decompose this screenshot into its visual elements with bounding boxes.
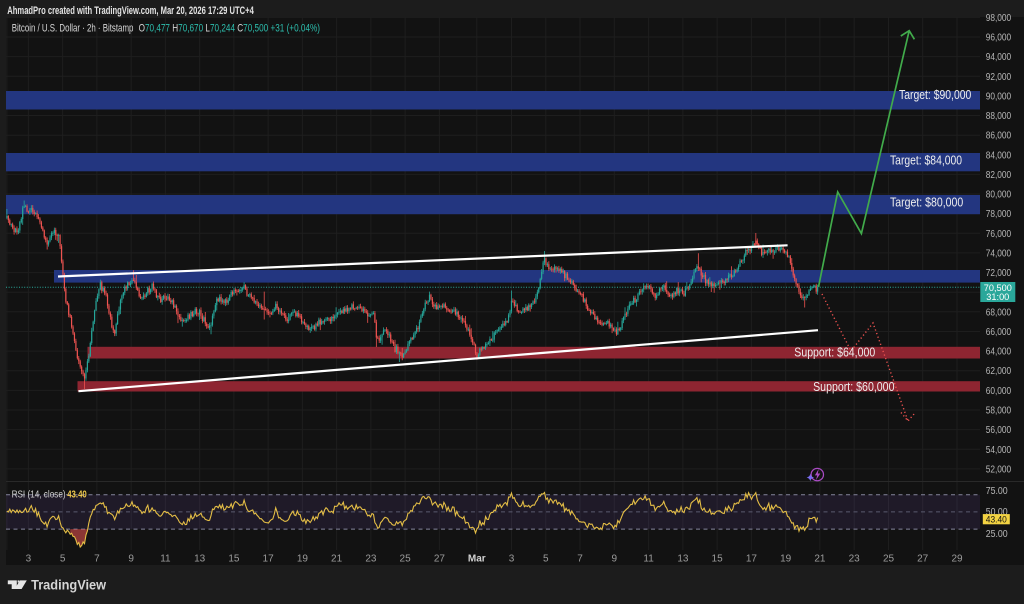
svg-text:76,000: 76,000 [986,229,1012,240]
svg-text:25: 25 [400,554,412,565]
svg-text:5: 5 [60,554,66,565]
svg-text:23: 23 [365,554,377,565]
svg-text:TradingView: TradingView [31,576,106,592]
svg-text:52,000: 52,000 [986,464,1012,475]
svg-text:94,000: 94,000 [986,52,1012,63]
svg-text:Target: $80,000: Target: $80,000 [890,196,963,210]
svg-text:11: 11 [160,554,171,565]
svg-text:Support: $60,000: Support: $60,000 [813,380,894,394]
svg-text:17: 17 [746,554,758,565]
svg-text:13: 13 [194,554,206,565]
svg-text:3: 3 [509,554,515,565]
svg-text:60,000: 60,000 [986,386,1012,397]
svg-text:5: 5 [543,554,549,565]
svg-text:74,000: 74,000 [986,248,1012,259]
svg-text:15: 15 [228,554,240,565]
svg-text:72,000: 72,000 [986,268,1012,279]
svg-text:88,000: 88,000 [986,111,1012,122]
svg-text:54,000: 54,000 [986,445,1012,456]
svg-text:56,000: 56,000 [986,425,1012,436]
svg-text:7: 7 [577,554,583,565]
svg-text:13: 13 [677,554,689,565]
svg-text:O70,477 H70,670 L70,244 C70,50: O70,477 H70,670 L70,244 C70,500 +31 (+0.… [139,22,320,34]
svg-text:Target: $84,000: Target: $84,000 [890,154,962,168]
svg-text:15: 15 [712,554,724,565]
svg-text:23: 23 [849,554,861,565]
svg-text:31:00: 31:00 [986,292,1009,302]
svg-text:Support: $64,000: Support: $64,000 [794,346,875,360]
svg-text:19: 19 [297,554,309,565]
svg-text:Target: $90,000: Target: $90,000 [899,88,971,102]
svg-text:21: 21 [331,554,343,565]
svg-text:98,000: 98,000 [986,13,1012,24]
svg-text:82,000: 82,000 [986,170,1012,181]
svg-text:27: 27 [434,554,446,565]
svg-text:9: 9 [612,554,618,565]
svg-text:86,000: 86,000 [986,131,1012,142]
svg-text:25.00: 25.00 [986,529,1008,540]
svg-text:68,000: 68,000 [986,307,1012,318]
svg-text:RSI (14, close): RSI (14, close) [12,490,66,501]
svg-text:58,000: 58,000 [986,405,1012,416]
svg-text:90,000: 90,000 [986,91,1012,102]
svg-text:84,000: 84,000 [986,150,1012,161]
svg-text:29: 29 [951,554,963,565]
svg-text:62,000: 62,000 [986,366,1012,377]
svg-text:75.00: 75.00 [986,486,1008,497]
svg-text:3: 3 [26,554,32,565]
svg-text:43.40: 43.40 [986,514,1007,524]
svg-text:96,000: 96,000 [986,33,1012,44]
svg-text:25: 25 [883,554,895,565]
svg-text:27: 27 [917,554,929,565]
svg-text:7: 7 [94,554,100,565]
svg-text:80,000: 80,000 [986,190,1012,201]
svg-text:64,000: 64,000 [986,347,1012,358]
svg-text:78,000: 78,000 [986,209,1012,220]
svg-text:9: 9 [128,554,134,565]
svg-text:11: 11 [643,554,654,565]
svg-text:Bitcoin / U.S. Dollar · 2h · B: Bitcoin / U.S. Dollar · 2h · Bitstamp [12,22,134,34]
svg-text:21: 21 [814,554,826,565]
svg-text:43.40: 43.40 [67,490,87,501]
svg-text:66,000: 66,000 [986,327,1012,338]
svg-text:19: 19 [780,554,792,565]
svg-text:AhmadPro created with TradingV: AhmadPro created with TradingView.com, M… [7,5,254,17]
svg-text:Mar: Mar [468,554,486,565]
svg-text:92,000: 92,000 [986,72,1012,83]
svg-text:17: 17 [263,554,275,565]
